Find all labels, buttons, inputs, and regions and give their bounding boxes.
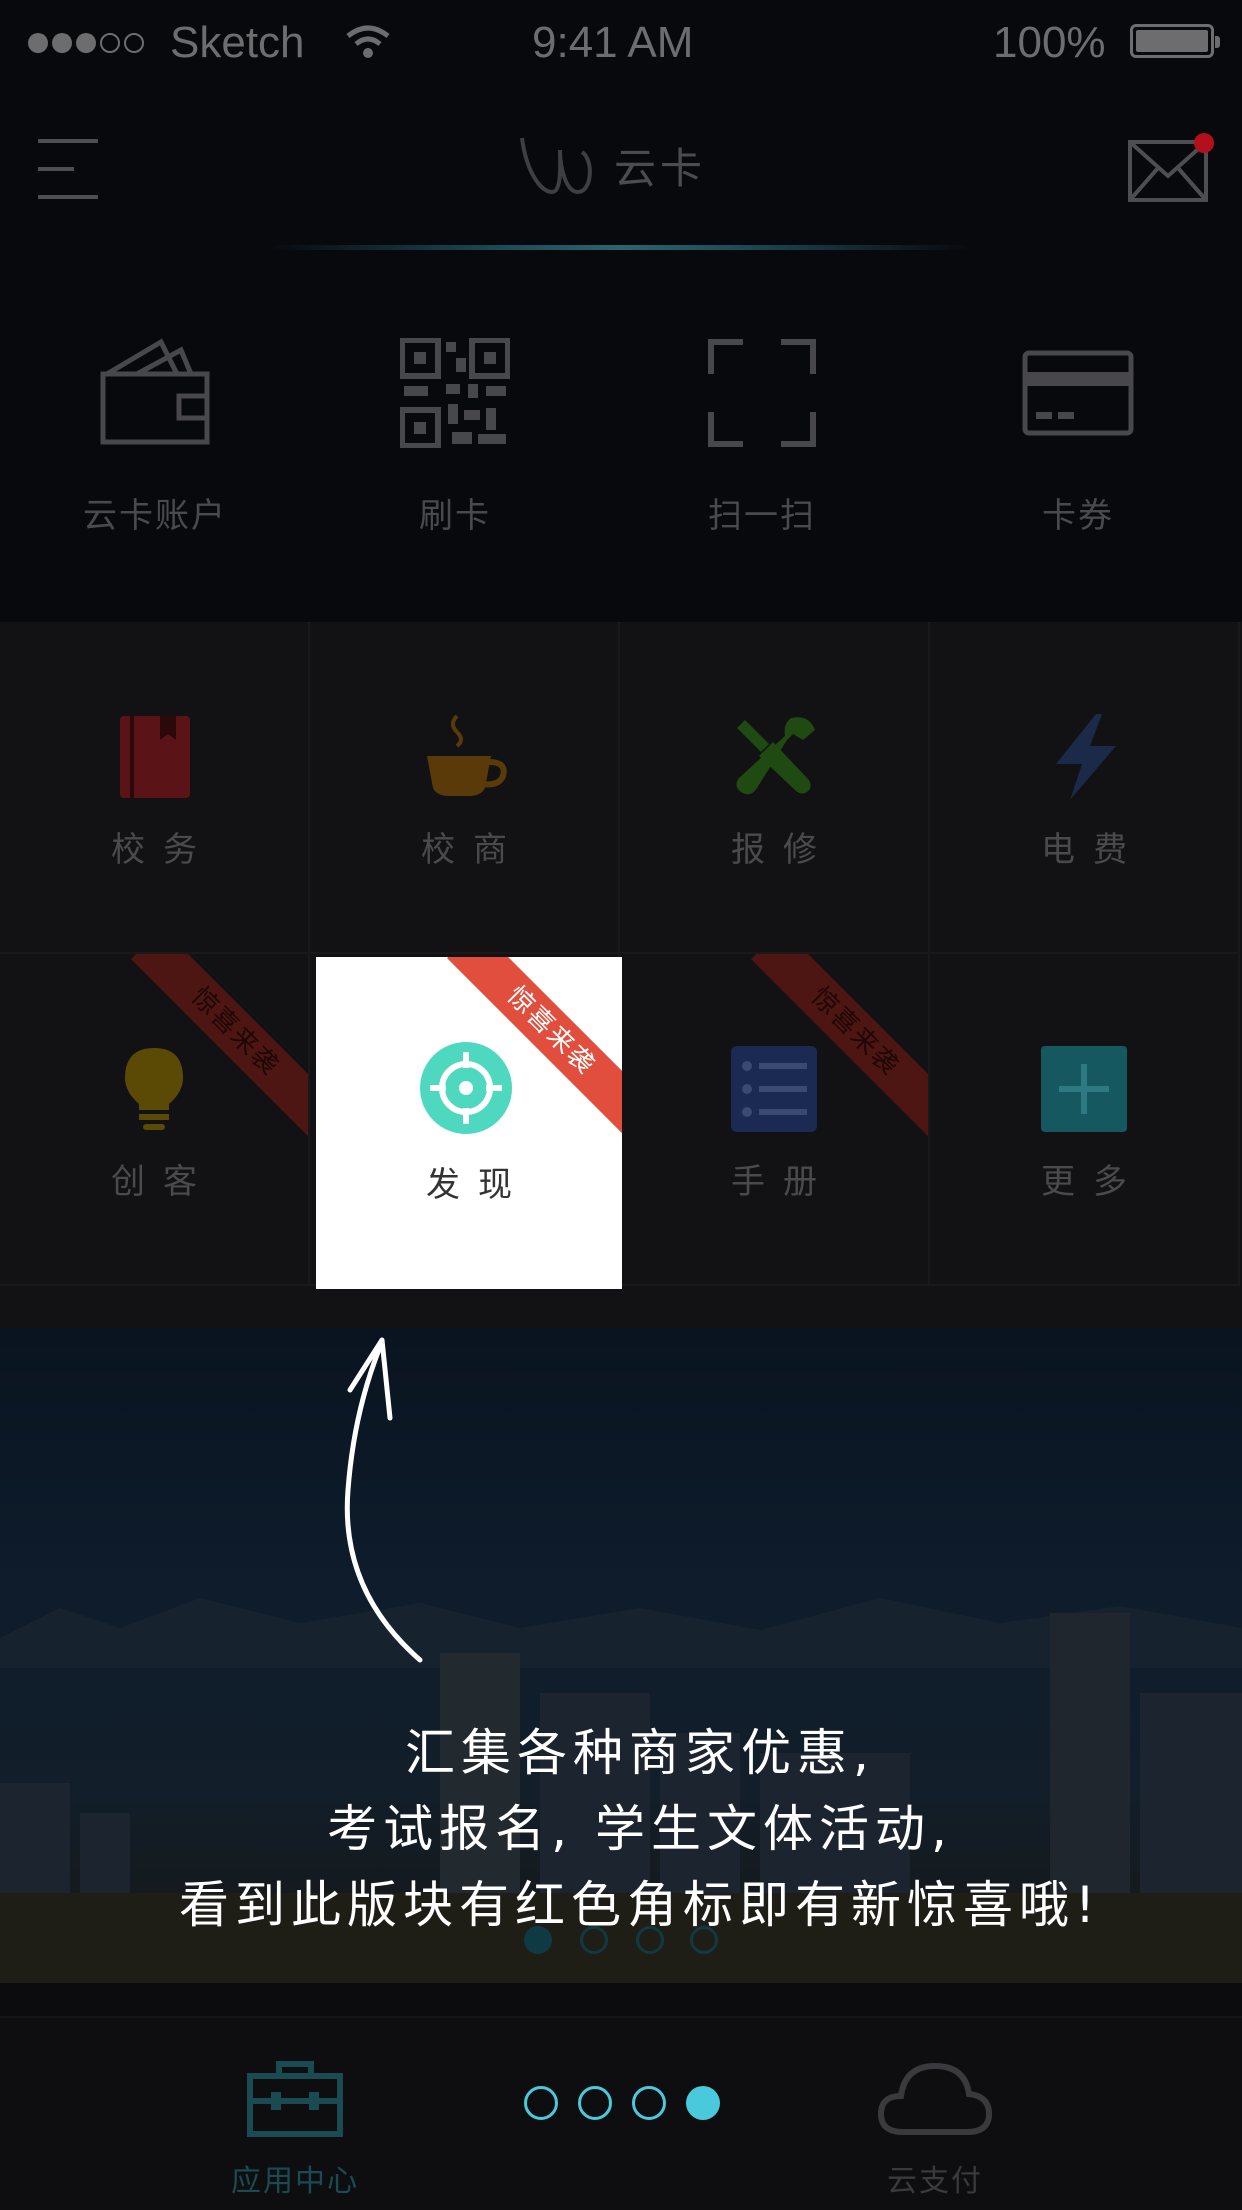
book-icon bbox=[0, 712, 308, 802]
logo-icon bbox=[520, 137, 592, 195]
grid-item-label: 更多 bbox=[1041, 1162, 1145, 1202]
annotation-line: 汇集各种商家优惠, bbox=[405, 1724, 875, 1782]
notification-badge bbox=[1194, 133, 1214, 153]
tab-cloud-pay[interactable]: 云支付 bbox=[840, 2058, 1030, 2208]
lightning-icon bbox=[930, 712, 1238, 802]
target-icon bbox=[420, 1042, 512, 1138]
bulb-icon bbox=[0, 1044, 308, 1134]
grid-item-maker[interactable]: 惊喜来袭 创客 bbox=[0, 954, 310, 1286]
battery-percent: 100% bbox=[993, 18, 1106, 67]
grid-item-label: 手册 bbox=[731, 1162, 835, 1202]
tab-app-center[interactable]: 应用中心 bbox=[200, 2058, 390, 2208]
battery-icon bbox=[1130, 24, 1220, 58]
quick-action-pay[interactable]: 刷卡 bbox=[345, 338, 565, 537]
grid-item-merchant[interactable]: 校商 bbox=[310, 622, 620, 954]
status-bar: Sketch 9:41 AM 100% bbox=[0, 0, 1242, 88]
tour-page-dot-active[interactable] bbox=[686, 2086, 720, 2120]
tab-label: 云支付 bbox=[887, 2164, 983, 2199]
tour-page-dot[interactable] bbox=[524, 2086, 558, 2120]
arrow-icon bbox=[344, 1337, 423, 1663]
signal-dot-3 bbox=[76, 33, 96, 53]
qr-code-icon bbox=[345, 338, 565, 448]
grid-item-label: 校商 bbox=[421, 830, 525, 870]
coffee-cup-icon bbox=[310, 712, 618, 802]
toolbox-icon bbox=[247, 2061, 343, 2137]
grid-item-label: 创客 bbox=[111, 1162, 215, 1202]
grid-item-label: 发现 bbox=[426, 1165, 530, 1205]
grid-item-repair[interactable]: 报修 bbox=[620, 622, 930, 954]
grid-item-discover[interactable]: 惊喜来袭 发现 bbox=[316, 957, 622, 1289]
signal-dot-2 bbox=[52, 33, 72, 53]
annotation-line: 考试报名, 学生文体活动, bbox=[327, 1800, 953, 1858]
quick-action-label: 刷卡 bbox=[419, 496, 491, 536]
header: Sketch 9:41 AM 100% 云卡 云卡账户 刷卡 扫一扫 卡券 bbox=[0, 0, 1242, 622]
grid-item-label: 校务 bbox=[111, 830, 215, 870]
status-time: 9:41 AM bbox=[532, 18, 694, 67]
grid-item-academic[interactable]: 校务 bbox=[0, 622, 310, 954]
list-icon bbox=[620, 1044, 928, 1134]
wifi-icon bbox=[346, 25, 390, 58]
cloud-icon bbox=[877, 2062, 993, 2135]
carrier-name: Sketch bbox=[170, 18, 305, 67]
tour-annotation: 汇集各种商家优惠, 考试报名, 学生文体活动, 看到此版块有红色角标即有新惊喜哦… bbox=[80, 1715, 1200, 1943]
menu-icon[interactable] bbox=[38, 137, 98, 201]
quick-action-scan[interactable]: 扫一扫 bbox=[652, 338, 872, 537]
grid-item-more[interactable]: 更多 bbox=[930, 954, 1240, 1286]
annotation-line: 看到此版块有红色角标即有新惊喜哦! bbox=[178, 1876, 1102, 1934]
tools-icon bbox=[620, 712, 928, 802]
quick-action-label: 卡券 bbox=[1042, 496, 1114, 536]
app-title: 云卡 bbox=[614, 144, 707, 193]
grid-item-label: 电费 bbox=[1041, 830, 1145, 870]
signal-dot-1 bbox=[28, 33, 48, 53]
plus-icon bbox=[930, 1044, 1238, 1134]
quick-action-account[interactable]: 云卡账户 bbox=[45, 338, 265, 537]
tour-page-dot[interactable] bbox=[632, 2086, 666, 2120]
grid-item-label: 报修 bbox=[731, 830, 835, 870]
tab-label: 应用中心 bbox=[231, 2164, 359, 2199]
grid-item-handbook[interactable]: 惊喜来袭 手册 bbox=[620, 954, 930, 1286]
quick-action-label: 扫一扫 bbox=[708, 496, 816, 536]
header-divider bbox=[270, 245, 970, 250]
quick-action-coupons[interactable]: 卡券 bbox=[968, 338, 1188, 537]
grid-item-electricity[interactable]: 电费 bbox=[930, 622, 1240, 954]
tour-page-dot[interactable] bbox=[578, 2086, 612, 2120]
wallet-icon bbox=[45, 338, 265, 448]
signal-dot-5 bbox=[124, 33, 144, 53]
card-icon bbox=[968, 338, 1188, 448]
tab-bar: 应用中心 云支付 bbox=[0, 2016, 1242, 2210]
signal-dot-4 bbox=[100, 33, 120, 53]
quick-action-label: 云卡账户 bbox=[83, 496, 227, 536]
scan-icon bbox=[652, 338, 872, 448]
